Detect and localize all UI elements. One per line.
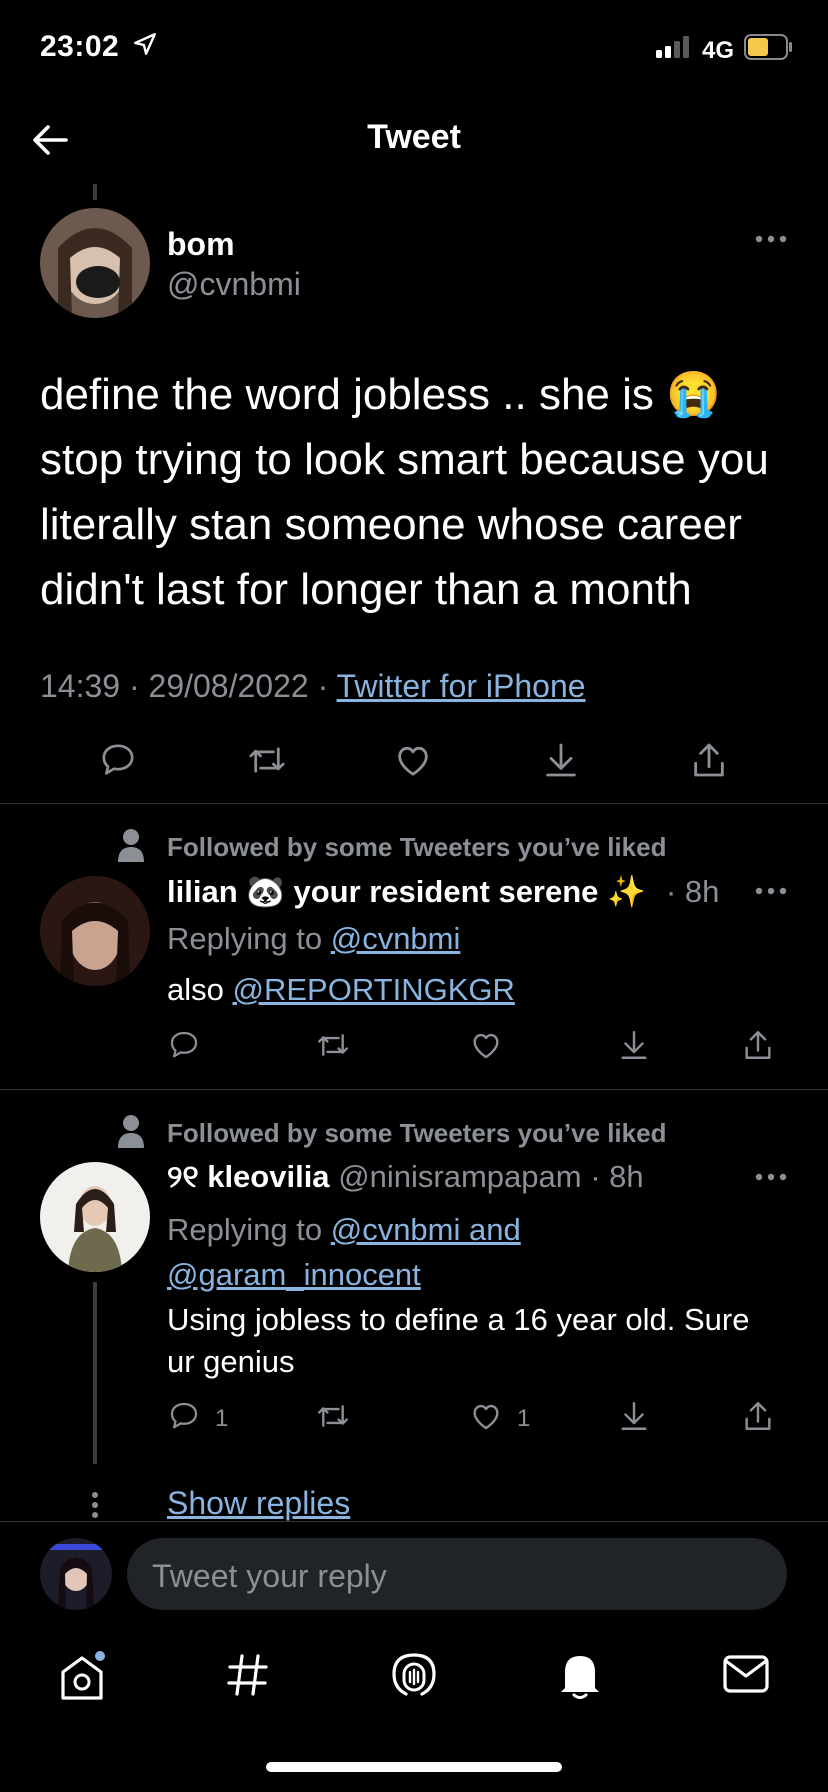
mention-link[interactable]: @REPORTINGKGR (233, 972, 515, 1007)
replying-to: Replying to @cvnbmi and @garam_innocent (167, 1207, 521, 1297)
like-icon[interactable] (393, 740, 433, 785)
social-context: Followed by some Tweeters you’ve liked (167, 832, 667, 862)
vertical-dots-icon (91, 1492, 99, 1523)
network-label: 4G (701, 36, 734, 64)
home-icon (58, 1651, 106, 1706)
avatar[interactable] (40, 1162, 150, 1272)
reply-text: also @REPORTINGKGR (167, 972, 515, 1007)
reply-count: 1 (215, 1404, 229, 1432)
divider (0, 1521, 828, 1522)
share-icon[interactable] (741, 1028, 775, 1067)
tweet-text: define the word jobless .. she is 😭 stop… (40, 370, 769, 614)
download-icon[interactable] (541, 740, 581, 785)
mention-link[interactable]: @cvnbmi (331, 921, 461, 956)
download-icon[interactable] (617, 1028, 651, 1067)
status-time: 23:02 (40, 30, 158, 65)
replying-to: Replying to @cvnbmi (167, 921, 461, 956)
share-icon[interactable] (741, 1399, 775, 1438)
tweet-date: 29/08/2022 (148, 668, 309, 704)
author-name[interactable]: bom (167, 226, 235, 263)
avatar[interactable] (40, 208, 150, 318)
more-options-icon[interactable] (754, 232, 788, 251)
tweet-meta: 14:39 · 29/08/2022 · Twitter for iPhone (40, 668, 586, 704)
like-icon[interactable] (469, 1028, 503, 1067)
spaces-icon (390, 1653, 438, 1704)
more-options-icon[interactable] (754, 884, 788, 903)
reply-time: · 8h (666, 874, 720, 909)
retweet-icon[interactable] (315, 1028, 351, 1067)
tweet-time: 14:39 (40, 668, 121, 704)
tweet-source-link[interactable]: Twitter for iPhone (337, 668, 586, 704)
status-right: 4G (655, 34, 794, 67)
mention-link[interactable]: @cvnbmi and (331, 1212, 521, 1247)
tab-notifications[interactable] (557, 1650, 603, 1705)
reply-button[interactable]: 1 (167, 1399, 228, 1438)
show-replies-link[interactable]: Show replies (167, 1485, 350, 1522)
mail-icon (722, 1655, 770, 1698)
download-icon[interactable] (617, 1399, 651, 1438)
signal-icon (655, 36, 692, 65)
hashtag-icon (226, 1654, 270, 1702)
person-icon (118, 828, 144, 867)
reply-author-name[interactable]: lilian 🐼 your resident serene ✨ (167, 873, 646, 910)
author-handle[interactable]: @cvnbmi (167, 266, 301, 303)
reply-author[interactable]: ୨୧ kleovilia @ninisrampapam · 8h (167, 1159, 644, 1196)
reply-icon (167, 1399, 201, 1438)
social-context: Followed by some Tweeters you’ve liked (167, 1118, 667, 1148)
tab-explore[interactable] (226, 1652, 270, 1703)
divider (0, 1089, 828, 1090)
tab-spaces[interactable] (390, 1650, 438, 1705)
my-avatar[interactable] (40, 1538, 112, 1610)
like-icon (469, 1399, 503, 1438)
more-options-icon[interactable] (754, 1170, 788, 1189)
home-indicator (266, 1762, 562, 1772)
battery-icon (744, 34, 794, 67)
thread-line (93, 1282, 97, 1464)
location-arrow-icon (132, 31, 158, 65)
reply-author-handle[interactable]: @ninisrampapam (338, 1159, 581, 1194)
page-title: Tweet (367, 118, 461, 156)
retweet-icon[interactable] (246, 740, 288, 785)
divider (0, 803, 828, 804)
share-icon[interactable] (689, 740, 729, 785)
reply-input-placeholder: Tweet your reply (152, 1558, 387, 1594)
mention-link[interactable]: @garam_innocent (167, 1252, 521, 1297)
reply-text: Using jobless to define a 16 year old. S… (167, 1302, 750, 1379)
like-button[interactable]: 1 (469, 1399, 530, 1438)
tab-home[interactable] (58, 1650, 106, 1707)
like-count: 1 (517, 1404, 531, 1432)
thread-line-top (93, 184, 97, 200)
retweet-icon[interactable] (315, 1399, 351, 1438)
reply-author-name[interactable]: ୨୧ kleovilia (167, 1159, 330, 1194)
avatar[interactable] (40, 876, 150, 986)
bell-icon (557, 1656, 603, 1704)
reply-icon[interactable] (98, 740, 138, 785)
person-icon (118, 1114, 144, 1153)
reply-time: · 8h (590, 1159, 644, 1194)
reply-icon[interactable] (167, 1028, 201, 1067)
tab-messages[interactable] (722, 1654, 770, 1699)
